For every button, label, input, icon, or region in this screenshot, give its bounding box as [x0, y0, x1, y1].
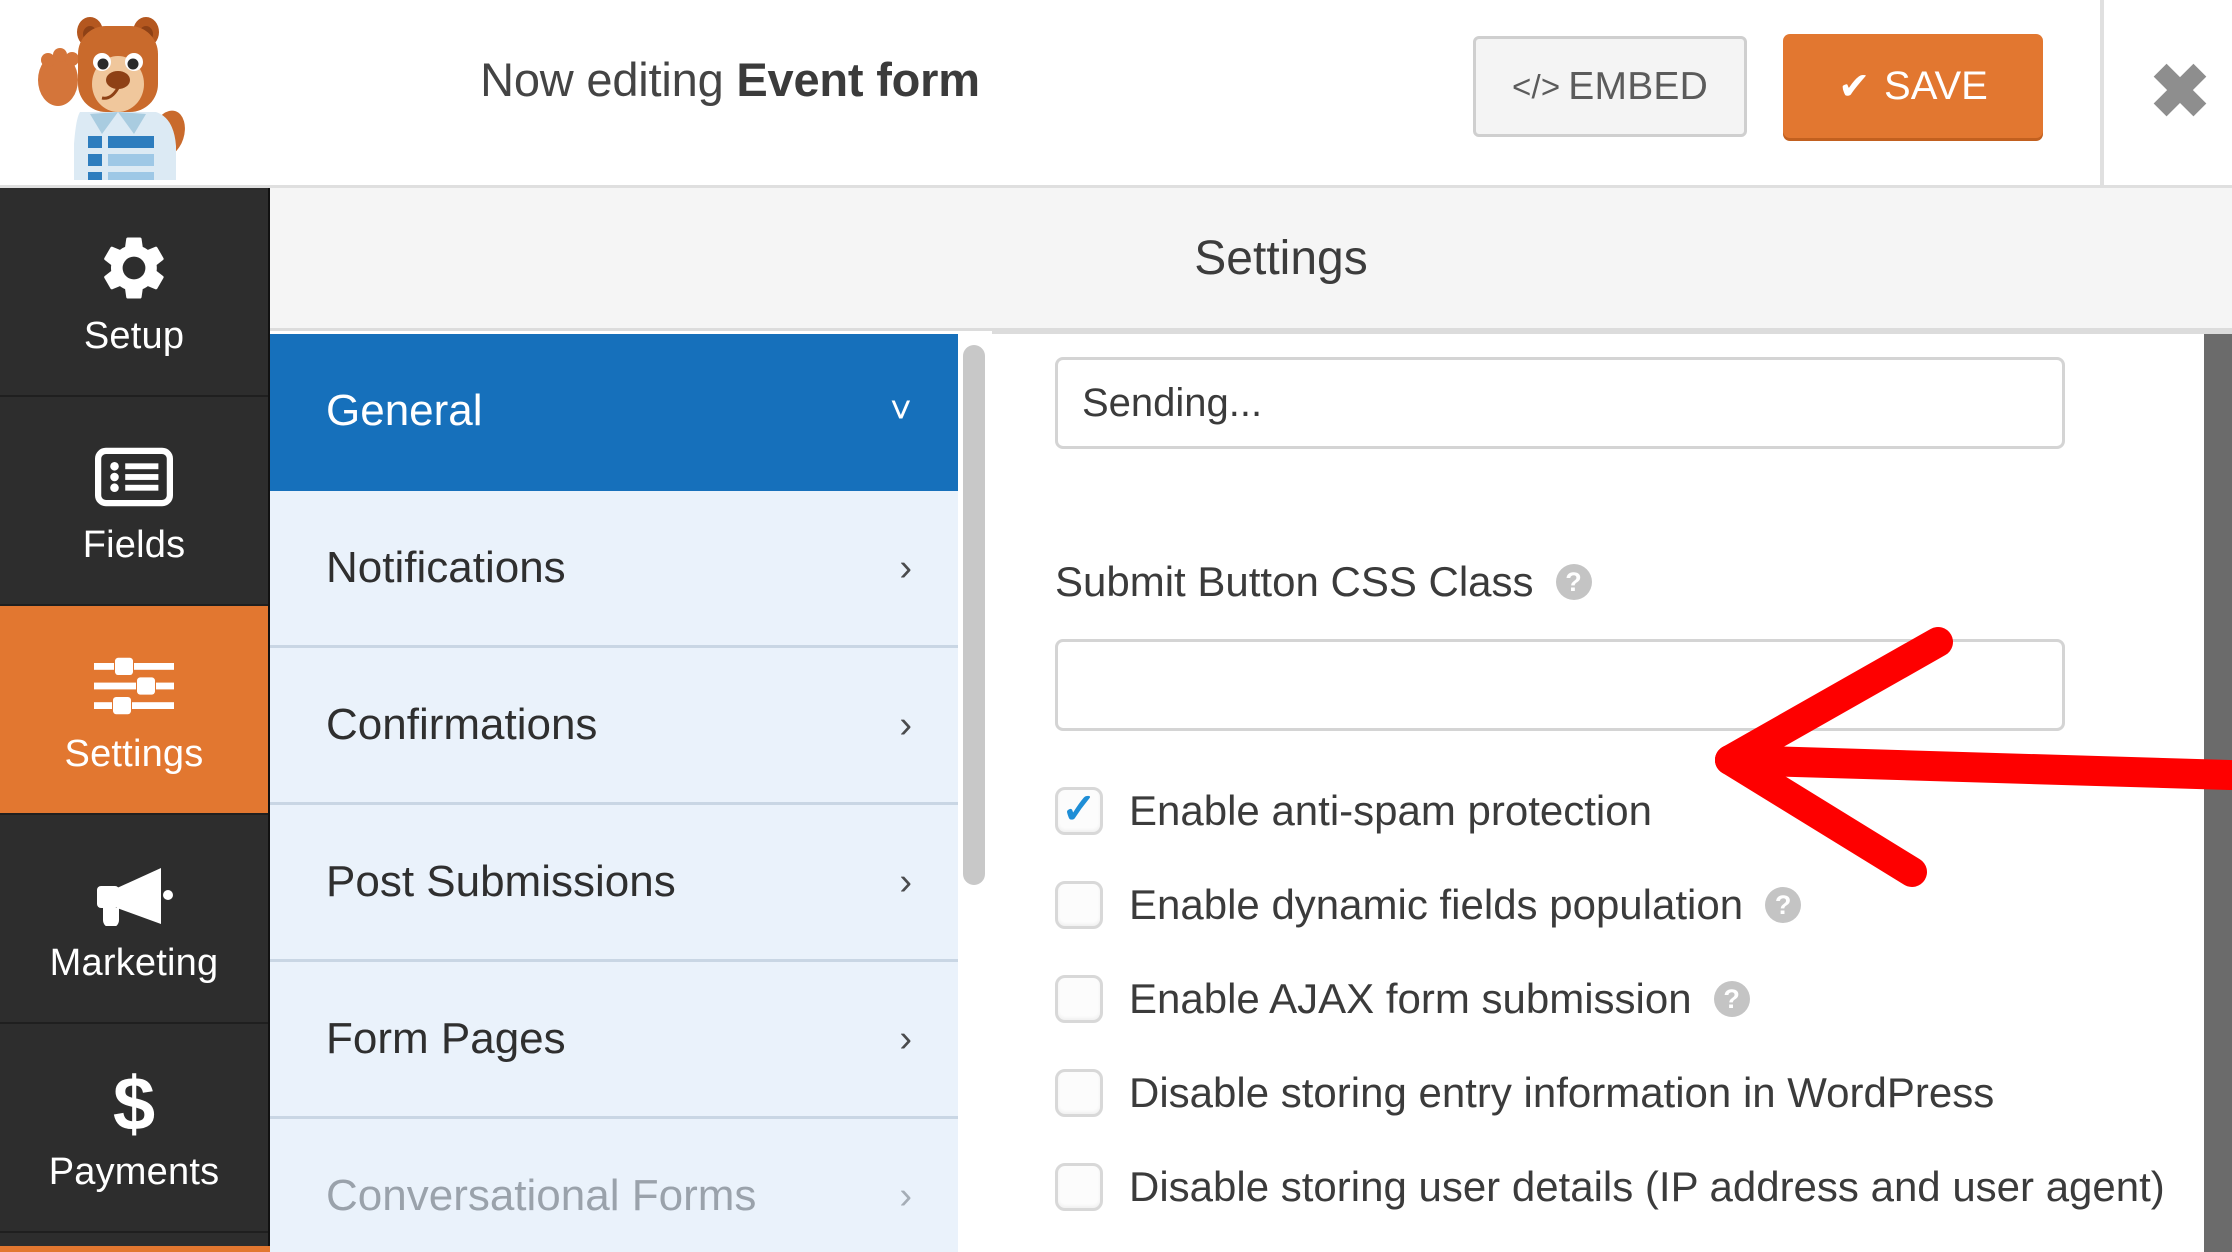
general-settings-content: Submit Button CSS Class ? ✓ Enable anti-…	[992, 334, 2204, 1252]
checkmark-icon: ✓	[1061, 785, 1097, 832]
settings-nav-item-notifications[interactable]: Notifications ›	[270, 491, 958, 648]
settings-nav-label: Conversational Forms	[326, 1171, 757, 1220]
checkbox-disable-user-details[interactable]	[1055, 1163, 1103, 1211]
checkbox-label: Enable AJAX form submission ?	[1129, 975, 1750, 1023]
settings-nav-label: Notifications	[326, 543, 566, 592]
wpforms-form-builder: Now editing Event form </> EMBED ✔ SAVE …	[0, 0, 2232, 1252]
submit-button-css-class-label-text: Submit Button CSS Class	[1055, 558, 1534, 605]
checkbox-label: Disable storing entry information in Wor…	[1129, 1069, 1994, 1117]
help-icon[interactable]: ?	[1765, 887, 1802, 923]
chevron-right-icon: ›	[899, 861, 912, 903]
submit-button-css-class-label: Submit Button CSS Class ?	[1055, 558, 1592, 606]
svg-text:$: $	[113, 1064, 155, 1144]
chevron-down-icon: ˅	[889, 390, 912, 432]
page-title-prefix: Now editing	[480, 53, 737, 106]
sidebar-item-fields[interactable]: Fields	[0, 397, 268, 606]
checkbox-ajax-submission[interactable]	[1055, 975, 1103, 1023]
settings-nav-item-form-pages[interactable]: Form Pages ›	[270, 962, 958, 1119]
sidebar-item-marketing[interactable]: Marketing	[0, 815, 268, 1024]
megaphone-icon	[93, 852, 175, 938]
settings-nav-label: General	[326, 386, 483, 435]
right-edge-strip	[2204, 334, 2232, 1252]
sidebar-item-label: Setup	[83, 315, 185, 357]
settings-nav-list: General ˅ Notifications › Confirmations …	[270, 334, 958, 1252]
submit-button-css-class-input[interactable]	[1055, 639, 2065, 731]
chevron-right-icon: ›	[899, 704, 912, 746]
settings-nav-item-conversational-forms[interactable]: Conversational Forms ›	[270, 1119, 958, 1252]
header-divider	[2100, 0, 2104, 185]
settings-panel-title: Settings	[1194, 231, 1368, 285]
form-builder-header: Now editing Event form </> EMBED ✔ SAVE …	[0, 0, 2232, 188]
settings-nav-item-general[interactable]: General ˅	[270, 334, 958, 491]
sidebar-item-label: Payments	[48, 1151, 220, 1193]
chevron-right-icon: ›	[899, 1175, 912, 1217]
checkbox-label-text: Disable storing entry information in Wor…	[1129, 1069, 1995, 1116]
embed-button-label: EMBED	[1568, 64, 1708, 108]
settings-nav-item-confirmations[interactable]: Confirmations ›	[270, 648, 958, 805]
page-title: Now editing Event form	[0, 52, 1460, 107]
checkbox-label-text: Enable dynamic fields population	[1129, 881, 1744, 928]
sidebar-item-settings[interactable]: Settings	[0, 606, 268, 815]
settings-nav-item-post-submissions[interactable]: Post Submissions ›	[270, 805, 958, 962]
checkbox-label: Enable anti-spam protection	[1129, 787, 1652, 835]
sidebar-item-label: Fields	[82, 524, 186, 566]
checkbox-row-disable-entry-storage[interactable]: Disable storing entry information in Wor…	[1055, 1056, 2195, 1130]
checkbox-label-text: Enable anti-spam protection	[1129, 787, 1652, 834]
close-button[interactable]: ✖	[2140, 52, 2220, 132]
save-button[interactable]: ✔ SAVE	[1783, 34, 2043, 138]
checkbox-row-dynamic-fields[interactable]: Enable dynamic fields population ?	[1055, 868, 2195, 942]
checkbox-row-disable-user-details[interactable]: Disable storing user details (IP address…	[1055, 1150, 2195, 1224]
settings-nav-scrollbar-thumb[interactable]	[963, 345, 985, 885]
help-icon[interactable]: ?	[1713, 981, 1750, 1017]
settings-nav-label: Post Submissions	[326, 857, 676, 906]
save-button-label: SAVE	[1884, 63, 1988, 108]
chevron-right-icon: ›	[899, 1018, 912, 1060]
settings-nav-label: Confirmations	[326, 700, 598, 749]
code-brackets-icon: </>	[1511, 68, 1561, 105]
close-icon: ✖	[2148, 50, 2211, 134]
checkbox-label-text: Disable storing user details (IP address…	[1129, 1163, 2165, 1210]
checkbox-row-ajax-submission[interactable]: Enable AJAX form submission ?	[1055, 962, 2195, 1036]
sidebar-item-label: Marketing	[49, 942, 219, 984]
help-icon[interactable]: ?	[1555, 564, 1592, 600]
general-settings-checkbox-group: ✓ Enable anti-spam protection Enable dyn…	[1055, 774, 2195, 1224]
builder-sidebar: Setup Fields Settings Marketing $ Paymen…	[0, 188, 270, 1252]
dollar-sign-icon: $	[106, 1061, 162, 1147]
embed-button[interactable]: </> EMBED	[1473, 36, 1747, 137]
list-panel-icon	[95, 434, 173, 520]
page-title-form-name: Event form	[736, 53, 980, 106]
checkbox-anti-spam[interactable]: ✓	[1055, 787, 1103, 835]
checkbox-label: Enable dynamic fields population ?	[1129, 881, 1802, 929]
checkbox-label-text: Enable AJAX form submission	[1129, 975, 1692, 1022]
checkbox-dynamic-fields[interactable]	[1055, 881, 1103, 929]
sidebar-item-payments[interactable]: $ Payments	[0, 1024, 268, 1233]
checkbox-row-anti-spam[interactable]: ✓ Enable anti-spam protection	[1055, 774, 2195, 848]
sidebar-item-label: Settings	[64, 733, 204, 775]
submit-button-processing-text-input[interactable]	[1055, 357, 2065, 449]
checkmark-icon: ✔	[1838, 65, 1871, 108]
settings-nav-label: Form Pages	[326, 1014, 566, 1063]
checkbox-disable-entry-storage[interactable]	[1055, 1069, 1103, 1117]
sidebar-bottom-accent	[0, 1246, 270, 1252]
sidebar-item-setup[interactable]: Setup	[0, 188, 268, 397]
settings-panel-header: Settings	[270, 188, 2232, 331]
chevron-right-icon: ›	[899, 547, 912, 589]
sliders-icon	[94, 643, 174, 729]
checkbox-label: Disable storing user details (IP address…	[1129, 1163, 2165, 1211]
gear-icon	[96, 225, 172, 311]
